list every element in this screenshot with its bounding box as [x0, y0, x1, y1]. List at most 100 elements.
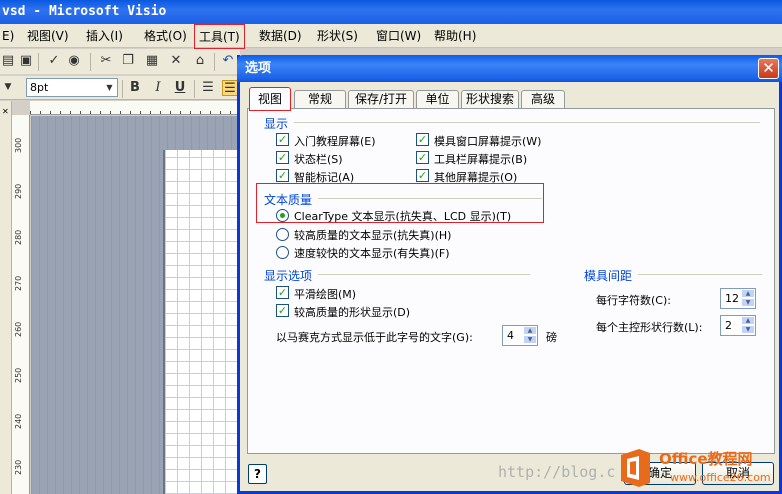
font-size-value: 8pt [30, 81, 49, 94]
research-icon[interactable]: ◉ [66, 53, 82, 69]
menu-window[interactable]: 窗口(W) [372, 27, 425, 46]
format-painter-icon[interactable]: ⌂ [192, 53, 208, 69]
checkbox-stencil-tips-label: 模具窗口屏幕提示(W) [434, 135, 542, 148]
tab-view[interactable]: 视图 [249, 87, 291, 111]
chars-per-row-value: 12 [725, 292, 739, 305]
chevron-down-icon[interactable]: ▼ [741, 298, 755, 307]
checkbox-toolbar-tips[interactable]: ✓ [416, 151, 429, 164]
chevron-up-icon[interactable]: ▲ [741, 316, 755, 325]
group-divider [318, 274, 530, 275]
tab-units[interactable]: 单位 [416, 90, 459, 109]
menu-help[interactable]: 帮助(H) [430, 27, 480, 46]
undo-icon[interactable]: ↶ [220, 53, 236, 69]
menu-insert[interactable]: 插入(I) [82, 27, 127, 46]
help-button[interactable]: ? [248, 464, 267, 484]
chars-per-row-spinner[interactable]: 12 ▲ ▼ [720, 288, 756, 309]
cut-icon[interactable]: ✂ [98, 53, 114, 69]
toolbar-separator [90, 53, 91, 71]
checkbox-status-bar[interactable]: ✓ [276, 151, 289, 164]
horizontal-ruler [30, 101, 240, 115]
checkbox-status-bar-label: 状态栏(S) [294, 153, 343, 166]
logo-url: www.office26.com [670, 471, 771, 484]
menu-data[interactable]: 数据(D) [255, 27, 306, 46]
greek-text-spinner[interactable]: 4 ▲ ▼ [502, 325, 538, 346]
options-dialog: 选项 ✕ 视图 常规 保存/打开 单位 形状搜索 高级 显示 ✓ 入门教程屏幕(… [237, 55, 782, 494]
group-divider [294, 122, 760, 123]
radio-fast-text-label: 速度较快的文本显示(有失真)(F) [294, 247, 450, 260]
menu-view[interactable]: 视图(V) [23, 27, 73, 46]
radio-cleartype[interactable] [276, 209, 289, 222]
bold-button[interactable]: B [127, 80, 143, 96]
menu-tools[interactable]: 工具(T) [194, 24, 245, 49]
checkbox-smooth-drawing-label: 平滑绘图(M) [294, 288, 357, 301]
radio-high-quality-text[interactable] [276, 228, 289, 241]
tab-save-open[interactable]: 保存/打开 [348, 90, 414, 109]
toolbar-separator [38, 53, 39, 71]
tab-general[interactable]: 常规 [294, 90, 346, 109]
ruler-tick: 290 [14, 183, 23, 199]
chevron-down-icon[interactable]: ▼ [741, 325, 755, 334]
radio-cleartype-label: ClearType 文本显示(抗失真、LCD 显示)(T) [294, 210, 512, 223]
ruler-tick: 250 [14, 367, 23, 383]
text-quality-group-label: 文本质量 [264, 193, 313, 207]
tab-advanced[interactable]: 高级 [521, 90, 565, 109]
menu-edit[interactable]: E) [0, 27, 18, 46]
menu-bar: E) 视图(V) 插入(I) 格式(O) 工具(T) 数据(D) 形状(S) 窗… [0, 24, 782, 49]
ruler-tick: 280 [14, 229, 23, 245]
checkbox-tutorial-label: 入门教程屏幕(E) [294, 135, 376, 148]
chevron-down-icon[interactable]: ▼ [0, 79, 16, 95]
close-icon[interactable]: ✕ [2, 107, 9, 116]
group-divider [318, 198, 542, 199]
formatting-toolbar: ▼ 8pt ▼ B I U ☰ ☰ [0, 76, 240, 100]
checkbox-smooth-drawing[interactable]: ✓ [276, 286, 289, 299]
spinner-buttons[interactable]: ▲ ▼ [741, 316, 755, 335]
align-center-icon[interactable]: ☰ [222, 80, 238, 96]
shapes-pane-edge: ✕ [0, 101, 12, 494]
display-options-group-label: 显示选项 [264, 269, 313, 283]
radio-fast-text[interactable] [276, 246, 289, 259]
ruler-tick: 230 [14, 459, 23, 475]
site-logo: Office教程网 www.office26.com [614, 445, 782, 494]
ruler-tick: 260 [14, 321, 23, 337]
font-size-select[interactable]: 8pt ▼ [26, 78, 118, 97]
chevron-down-icon[interactable]: ▼ [523, 335, 537, 344]
chevron-down-icon: ▼ [106, 83, 113, 92]
checkbox-high-quality-shapes[interactable]: ✓ [276, 304, 289, 317]
display-group-label: 显示 [264, 117, 289, 131]
checkbox-smart-tags[interactable]: ✓ [276, 169, 289, 182]
align-left-icon[interactable]: ☰ [200, 80, 216, 96]
preview-icon[interactable]: ▣ [18, 53, 34, 69]
italic-button[interactable]: I [150, 80, 166, 96]
close-icon[interactable]: ✕ [758, 58, 779, 79]
underline-button[interactable]: U [172, 80, 188, 96]
menu-format[interactable]: 格式(O) [140, 27, 191, 46]
paste-icon[interactable]: ▦ [144, 53, 160, 69]
standard-toolbar: ▤ ▣ ✓ ◉ ✂ ❐ ▦ ✕ ⌂ ↶ [0, 49, 240, 75]
checkbox-other-tips[interactable]: ✓ [416, 169, 429, 182]
copy-icon[interactable]: ❐ [120, 53, 136, 69]
chevron-up-icon[interactable]: ▲ [741, 289, 755, 298]
menu-shape[interactable]: 形状(S) [313, 27, 362, 46]
rows-per-master-spinner[interactable]: 2 ▲ ▼ [720, 315, 756, 336]
toolbar-separator [194, 80, 195, 98]
checkbox-tutorial[interactable]: ✓ [276, 133, 289, 146]
checkbox-toolbar-tips-label: 工具栏屏幕提示(B) [434, 153, 528, 166]
vertical-ruler: 300 290 280 270 260 250 240 230 [12, 115, 30, 494]
drawing-page[interactable] [165, 150, 240, 494]
radio-high-quality-text-label: 较高质量的文本显示(抗失真)(H) [294, 229, 452, 242]
tab-shape-search[interactable]: 形状搜索 [461, 90, 519, 109]
delete-icon[interactable]: ✕ [168, 53, 184, 69]
chevron-up-icon[interactable]: ▲ [523, 326, 537, 335]
spinner-buttons[interactable]: ▲ ▼ [741, 289, 755, 308]
rows-per-master-label: 每个主控形状行数(L): [596, 321, 703, 334]
print-icon[interactable]: ▤ [0, 53, 16, 69]
office-logo-icon [621, 449, 650, 487]
spinner-buttons[interactable]: ▲ ▼ [523, 326, 537, 345]
spelling-icon[interactable]: ✓ [46, 53, 62, 69]
toolbar-separator [122, 80, 123, 98]
chars-per-row-label: 每行字符数(C): [596, 294, 671, 307]
ruler-tick: 300 [14, 137, 23, 153]
checkbox-stencil-tips[interactable]: ✓ [416, 133, 429, 146]
logo-title: Office教程网 [659, 450, 753, 468]
ruler-tick: 240 [14, 413, 23, 429]
